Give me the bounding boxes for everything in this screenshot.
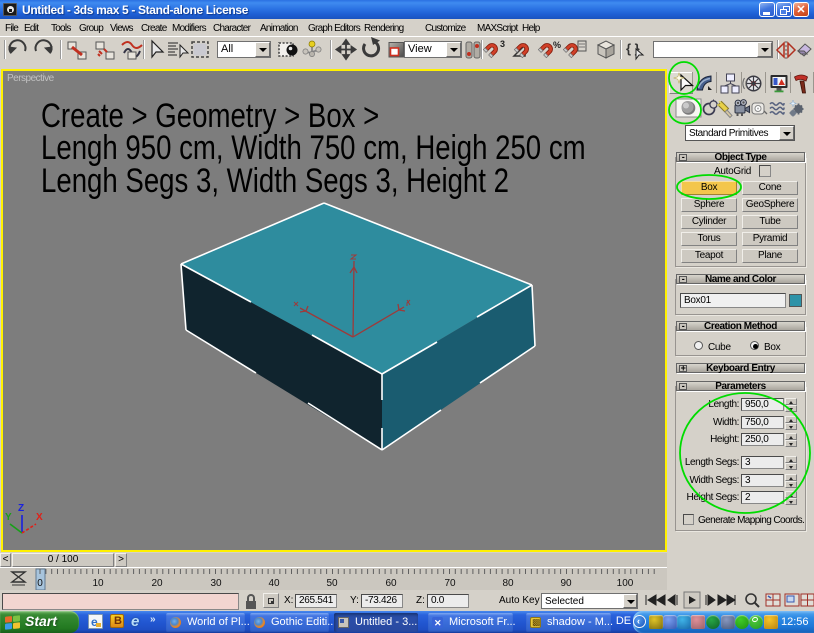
svg-text:%: % — [553, 40, 561, 50]
svg-text:10: 10 — [92, 578, 104, 589]
svg-text:90: 90 — [560, 578, 572, 589]
svg-text:Z: Z — [18, 503, 24, 514]
svg-text:30: 30 — [210, 578, 222, 589]
svg-text:3: 3 — [500, 39, 505, 49]
svg-text:X: X — [36, 512, 43, 523]
svg-text:70: 70 — [444, 578, 456, 589]
svg-text:50: 50 — [326, 578, 338, 589]
svg-text:20: 20 — [151, 578, 163, 589]
svg-text:0: 0 — [37, 578, 43, 589]
svg-text:80: 80 — [502, 578, 514, 589]
svg-text:Y: Y — [5, 512, 12, 523]
svg-text:40: 40 — [268, 578, 280, 589]
svg-text:100: 100 — [617, 578, 634, 589]
svg-text:60: 60 — [385, 578, 397, 589]
